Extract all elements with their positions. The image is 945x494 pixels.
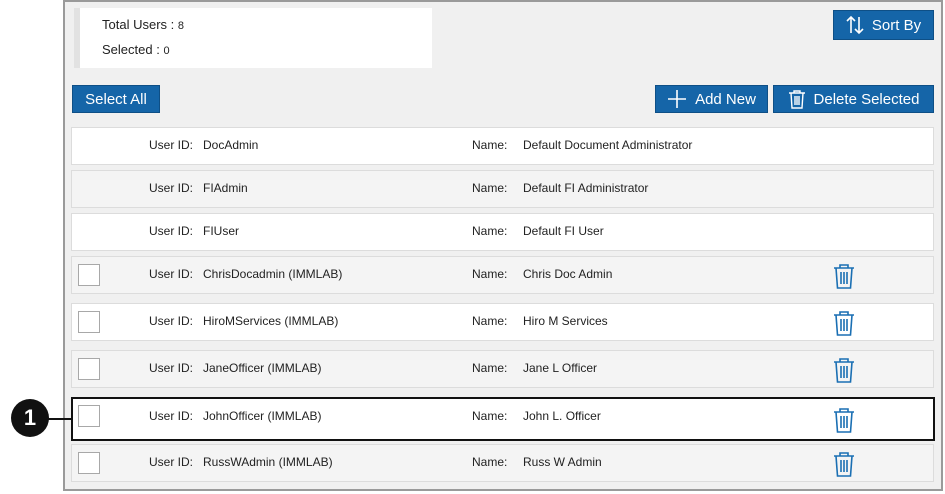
- name-value: Russ W Admin: [523, 455, 602, 469]
- total-users-label: Total Users :: [102, 17, 178, 32]
- plus-icon: [668, 90, 687, 108]
- total-users: Total Users : 8: [102, 17, 184, 32]
- name-label: Name:: [472, 181, 508, 195]
- name-label: Name:: [472, 409, 508, 423]
- delete-selected-button[interactable]: Delete Selected: [773, 85, 934, 113]
- name-label: Name:: [472, 361, 508, 375]
- user-id-label: User ID:: [149, 361, 194, 375]
- user-row-highlighted[interactable]: User ID: JohnOfficer (IMMLAB) Name: John…: [71, 397, 935, 441]
- user-id-value: FIAdmin: [203, 181, 248, 195]
- trash-icon[interactable]: [832, 406, 856, 434]
- add-new-label: Add New: [695, 90, 756, 108]
- name-label: Name:: [472, 455, 508, 469]
- user-id-label: User ID:: [149, 409, 194, 423]
- user-id-label: User ID:: [149, 138, 194, 152]
- user-id-label: User ID:: [149, 181, 194, 195]
- user-id-value: DocAdmin: [203, 138, 259, 152]
- sort-by-button[interactable]: Sort By: [833, 10, 934, 40]
- user-id-label: User ID:: [149, 267, 194, 281]
- trash-icon: [788, 90, 805, 109]
- sort-by-label: Sort By: [871, 16, 922, 34]
- name-label: Name:: [472, 138, 508, 152]
- trash-icon[interactable]: [832, 262, 856, 290]
- sort-arrows-icon: [846, 15, 864, 35]
- user-row[interactable]: User ID: RussWAdmin (IMMLAB) Name: Russ …: [71, 444, 934, 482]
- row-checkbox[interactable]: [78, 264, 100, 286]
- trash-icon[interactable]: [832, 309, 856, 337]
- user-summary: Total Users : 8 Selected : 0: [74, 8, 432, 68]
- select-all-label: Select All: [85, 90, 147, 108]
- user-row[interactable]: User ID: DocAdmin Name: Default Document…: [71, 127, 934, 165]
- total-users-count: 8: [177, 20, 184, 32]
- row-checkbox[interactable]: [78, 405, 100, 427]
- user-id-label: User ID:: [149, 224, 194, 238]
- add-new-button[interactable]: Add New: [655, 85, 768, 113]
- name-label: Name:: [472, 267, 508, 281]
- user-row[interactable]: User ID: JaneOfficer (IMMLAB) Name: Jane…: [71, 350, 934, 388]
- name-value: Default FI User: [523, 224, 604, 238]
- name-value: Default FI Administrator: [523, 181, 649, 195]
- user-row[interactable]: User ID: FIAdmin Name: Default FI Admini…: [71, 170, 934, 208]
- user-id-label: User ID:: [149, 455, 194, 469]
- user-row[interactable]: User ID: FIUser Name: Default FI User: [71, 213, 934, 251]
- name-label: Name:: [472, 314, 508, 328]
- callout-leader-line: [48, 418, 72, 420]
- select-all-button[interactable]: Select All: [72, 85, 160, 113]
- selected-users-count: 0: [163, 45, 170, 57]
- user-id-value: FIUser: [203, 224, 239, 238]
- row-checkbox[interactable]: [78, 358, 100, 380]
- callout-number: 1: [23, 405, 37, 430]
- name-value: Default Document Administrator: [523, 138, 693, 152]
- selected-users: Selected : 0: [102, 42, 170, 57]
- user-id-value: RussWAdmin (IMMLAB): [203, 455, 333, 469]
- name-value: John L. Officer: [523, 409, 601, 423]
- name-value: Jane L Officer: [523, 361, 598, 375]
- user-id-value: HiroMServices (IMMLAB): [203, 314, 339, 328]
- user-id-value: JohnOfficer (IMMLAB): [203, 409, 322, 423]
- user-row[interactable]: User ID: HiroMServices (IMMLAB) Name: Hi…: [71, 303, 934, 341]
- trash-icon[interactable]: [832, 356, 856, 384]
- name-label: Name:: [472, 224, 508, 238]
- row-checkbox[interactable]: [78, 452, 100, 474]
- row-checkbox[interactable]: [78, 311, 100, 333]
- user-row[interactable]: User ID: ChrisDocadmin (IMMLAB) Name: Ch…: [71, 256, 934, 294]
- user-id-value: ChrisDocadmin (IMMLAB): [203, 267, 343, 281]
- trash-icon[interactable]: [832, 450, 856, 478]
- name-value: Chris Doc Admin: [523, 267, 613, 281]
- delete-selected-label: Delete Selected: [813, 90, 920, 108]
- user-id-label: User ID:: [149, 314, 194, 328]
- callout-marker: 1: [11, 399, 49, 437]
- selected-users-label: Selected :: [102, 42, 164, 57]
- name-value: Hiro M Services: [523, 314, 608, 328]
- user-id-value: JaneOfficer (IMMLAB): [203, 361, 322, 375]
